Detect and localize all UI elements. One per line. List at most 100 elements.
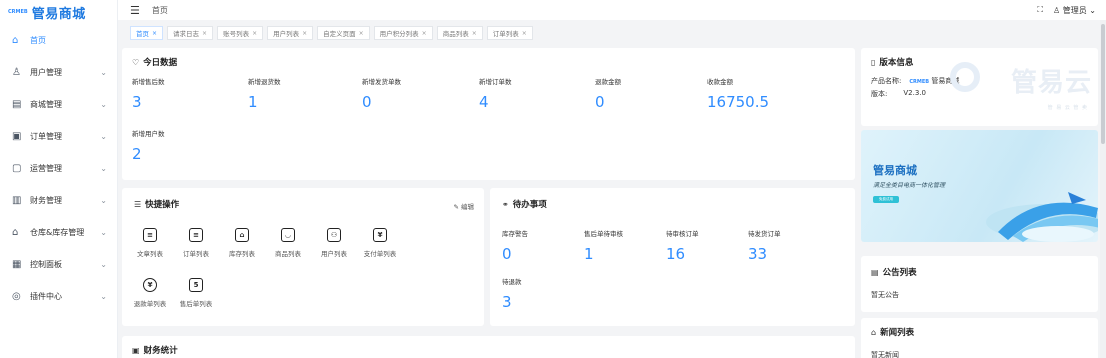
banner-title: 管易商城: [873, 164, 917, 177]
sidebar-item-dashboard[interactable]: ▦ 控制面板 ⌄: [0, 248, 117, 280]
sidebar-item-label: 订单管理: [30, 131, 62, 141]
scrollbar-thumb[interactable]: [1101, 24, 1105, 144]
stat-value[interactable]: 0: [362, 93, 401, 111]
menu-toggle-icon[interactable]: ☰: [130, 4, 140, 17]
payment-icon: ¥: [373, 228, 387, 242]
sidebar-item-mall[interactable]: ▤ 商城管理 ⌄: [0, 88, 117, 120]
quick-action-item[interactable]: ¥ 支付单列表: [358, 228, 402, 258]
stat-value[interactable]: 0: [502, 245, 528, 263]
brand-logo-mark: [950, 62, 980, 92]
breadcrumb: 首页: [151, 5, 168, 15]
sidebar-item-label: 商城管理: [30, 99, 62, 109]
user-menu[interactable]: ♙ 管理员 ⌄: [1053, 5, 1096, 16]
tab-label: 首页: [136, 30, 149, 38]
sliders-icon: ☰: [134, 199, 142, 209]
stat-value[interactable]: 3: [132, 93, 165, 111]
stat-value[interactable]: 1: [248, 93, 281, 111]
news-empty: 暂无新闻: [871, 351, 899, 358]
after-sale-icon: 5: [189, 278, 203, 292]
today-stat: 新增退货数 1: [248, 76, 281, 111]
sidebar-item-ops[interactable]: ▢ 运营管理 ⌄: [0, 152, 117, 184]
bookmark-icon: ▯: [871, 57, 876, 67]
tab-label: 用户列表: [273, 30, 300, 38]
tab-label: 商品列表: [442, 30, 469, 38]
fullscreen-icon[interactable]: ⛶: [1037, 5, 1043, 15]
stat-label: 退款金额: [595, 78, 621, 86]
todo-title: ⚭ 待办事项: [502, 199, 547, 211]
today-stat: 收款金额 16750.5: [707, 76, 769, 111]
sidebar-item-home[interactable]: ⌂ 首页: [0, 24, 117, 56]
stat-label: 待发货订单: [748, 230, 781, 238]
brand-logo-subtext: 管 易 云 管 卖: [1047, 105, 1088, 111]
quick-action-item[interactable]: 5 售后单列表: [174, 278, 218, 308]
product-mini-logo: CRMEB: [909, 79, 930, 85]
sidebar-item-users[interactable]: ♙ 用户管理 ⌄: [0, 56, 117, 88]
banner-trial-button[interactable]: 免费试用: [873, 196, 899, 203]
page-scrollbar[interactable]: [1100, 20, 1106, 358]
quick-actions-title: ☰ 快捷操作: [134, 199, 180, 211]
user-icon: ♙: [1053, 5, 1061, 15]
edit-quick-actions-button[interactable]: ✎ 编辑: [453, 201, 474, 211]
stat-value[interactable]: 16: [666, 245, 699, 263]
notice-list-card: ▤ 公告列表 暂无公告: [861, 256, 1098, 312]
stat-value[interactable]: 2: [132, 145, 165, 163]
chevron-down-icon: ⌄: [100, 163, 107, 173]
stat-label: 新增发货单数: [362, 78, 401, 86]
close-icon[interactable]: ×: [252, 30, 257, 37]
tab-5[interactable]: 用户积分列表 ×: [373, 26, 433, 40]
quick-action-item[interactable]: ¥ 退款单列表: [128, 278, 172, 308]
stat-value[interactable]: 3: [502, 293, 522, 311]
quick-action-item[interactable]: ◡ 商品列表: [266, 228, 310, 258]
tab-4[interactable]: 自定义页面 ×: [317, 26, 370, 40]
tab-1[interactable]: 请求日志 ×: [167, 26, 214, 40]
close-icon[interactable]: ×: [422, 30, 427, 37]
chevron-down-icon: ⌄: [100, 291, 107, 301]
banner-illustration: [986, 192, 1098, 242]
stat-value[interactable]: 16750.5: [707, 93, 769, 111]
sidebar-item-plugins[interactable]: ◎ 插件中心 ⌄: [0, 280, 117, 312]
edit-icon: ✎: [453, 203, 459, 211]
todo-stat: 待审核订单 16: [666, 228, 699, 263]
dashboard-icon: ▦: [12, 258, 22, 270]
stat-value[interactable]: 4: [479, 93, 512, 111]
chevron-down-icon: ⌄: [100, 195, 107, 205]
today-stat: 新增用户数 2: [132, 128, 165, 163]
close-icon[interactable]: ×: [202, 30, 207, 37]
close-icon[interactable]: ×: [522, 30, 527, 37]
brand[interactable]: CRMEB 管易商城: [0, 0, 117, 24]
tab-6[interactable]: 商品列表 ×: [436, 26, 483, 40]
notice-list-title: ▤ 公告列表: [871, 267, 917, 279]
tab-0[interactable]: 首页 ×: [130, 26, 164, 40]
todo-stat: 待发货订单 33: [748, 228, 781, 263]
today-stat: 新增售后数 3: [132, 76, 165, 111]
tab-3[interactable]: 用户列表 ×: [267, 26, 314, 40]
stat-label: 库存警告: [502, 230, 528, 238]
sidebar-item-warehouse[interactable]: ⌂ 仓库&库存管理 ⌄: [0, 216, 117, 248]
brand-title: 管易商城: [31, 6, 86, 22]
quick-action-item[interactable]: ≡ 订单列表: [174, 228, 218, 258]
close-icon[interactable]: ×: [152, 30, 157, 37]
sidebar-item-label: 仓库&库存管理: [30, 227, 85, 237]
stat-value[interactable]: 33: [748, 245, 781, 263]
chevron-down-icon: ⌄: [100, 131, 107, 141]
chevron-down-icon: ⌄: [100, 227, 107, 237]
quick-action-label: 文章列表: [137, 250, 163, 258]
promo-banner[interactable]: 管易商城 满足全类目电商一体化管理 免费试用: [861, 130, 1098, 242]
close-icon[interactable]: ×: [472, 30, 477, 37]
today-data-card: ♡ 今日数据 新增售后数 3 新增退货数 1 新增发货单数 0 新增订单数 4 退款金额 0 收款金…: [122, 48, 855, 180]
stat-value[interactable]: 0: [595, 93, 621, 111]
tab-2[interactable]: 账号列表 ×: [217, 26, 264, 40]
quick-action-item[interactable]: ≡ 文章列表: [128, 228, 172, 258]
sidebar-item-orders[interactable]: ▣ 订单管理 ⌄: [0, 120, 117, 152]
tab-7[interactable]: 订单列表 ×: [486, 26, 533, 40]
quick-action-item[interactable]: ⚇ 用户列表: [312, 228, 356, 258]
stat-value[interactable]: 1: [584, 245, 623, 263]
close-icon[interactable]: ×: [359, 30, 364, 37]
quick-actions-card: ☰ 快捷操作 ✎ 编辑 ≡ 文章列表 ≡ 订单列表 ⌂ 库存列表 ◡ 商品列表 ⚇ 用户列表 ¥ 支付…: [122, 188, 484, 326]
close-icon[interactable]: ×: [302, 30, 307, 37]
quick-action-item[interactable]: ⌂ 库存列表: [220, 228, 264, 258]
operation-icon: ▢: [12, 162, 22, 174]
quick-action-label: 退款单列表: [133, 300, 167, 308]
sidebar-item-finance[interactable]: ▥ 财务管理 ⌄: [0, 184, 117, 216]
quick-action-label: 商品列表: [275, 250, 301, 258]
